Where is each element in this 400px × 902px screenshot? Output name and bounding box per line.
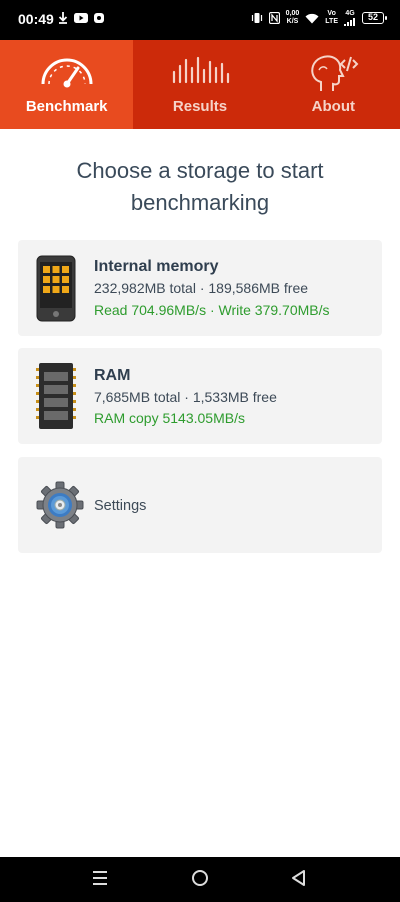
tab-benchmark[interactable]: Benchmark — [0, 40, 134, 129]
home-icon[interactable] — [191, 869, 209, 887]
volte-top: Vo — [327, 10, 336, 17]
volte-bottom: LTE — [325, 18, 338, 25]
ram-chip-icon — [36, 363, 76, 429]
ram-title: RAM — [94, 367, 131, 384]
status-time: 00:49 — [18, 11, 54, 27]
nfc-icon — [268, 12, 280, 24]
speed-unit: K/S — [286, 18, 299, 25]
tab-benchmark-label: Benchmark — [25, 98, 108, 115]
signal-type: 4G — [345, 10, 355, 17]
vibrate-icon — [251, 13, 262, 23]
app-notification-icon — [94, 13, 104, 23]
settings-card[interactable]: Settings — [18, 457, 382, 553]
back-icon[interactable] — [290, 869, 308, 887]
volte-indicator: Vo LTE — [325, 10, 338, 26]
internal-memory-title: Internal memory — [94, 258, 219, 275]
speedometer-icon — [41, 58, 93, 88]
tab-about[interactable]: About — [267, 40, 400, 129]
head-code-icon — [311, 55, 359, 91]
bars-icon — [172, 56, 230, 84]
network-speed: 0,00 K/S — [286, 10, 300, 26]
ram-capacity: 7,685MB total · 1,533MB free — [94, 389, 277, 405]
youtube-icon — [74, 13, 88, 23]
app-screen: 00:49 0,00 K/S Vo LTE 4G 52 Benchmark Re… — [0, 0, 400, 902]
system-nav-bar — [0, 857, 400, 902]
tab-results-label: Results — [172, 98, 228, 115]
storage-card-ram[interactable]: RAM 7,685MB total · 1,533MB free RAM cop… — [18, 348, 382, 444]
wifi-icon — [305, 13, 319, 23]
storage-card-internal[interactable]: Internal memory 232,982MB total · 189,58… — [18, 240, 382, 336]
download-icon — [58, 12, 68, 24]
battery-icon: 52 — [362, 12, 387, 24]
page-title: Choose a storage to start benchmarking — [76, 158, 324, 215]
signal-icon — [344, 18, 355, 26]
settings-label: Settings — [94, 498, 147, 514]
tab-results[interactable]: Results — [133, 40, 266, 129]
ram-speed: RAM copy 5143.05MB/s — [94, 410, 245, 426]
notification-icons — [58, 12, 104, 24]
tab-about-label: About — [311, 98, 355, 115]
signal-indicator: 4G — [344, 10, 356, 26]
speed-value: 0,00 — [285, 10, 300, 17]
internal-memory-speed: Read 704.96MB/s · Write 379.70MB/s — [94, 302, 330, 318]
status-bar: 00:49 0,00 K/S Vo LTE 4G 52 — [0, 0, 400, 40]
internal-memory-capacity: 232,982MB total · 189,586MB free — [94, 280, 309, 296]
phone-memory-icon — [36, 255, 76, 322]
menu-icon[interactable] — [91, 869, 109, 887]
tab-bar: Benchmark Results About — [0, 40, 400, 129]
battery-level: 52 — [367, 12, 378, 22]
gear-icon — [36, 481, 84, 529]
status-icons-right: 0,00 K/S Vo LTE 4G 52 — [251, 10, 387, 26]
